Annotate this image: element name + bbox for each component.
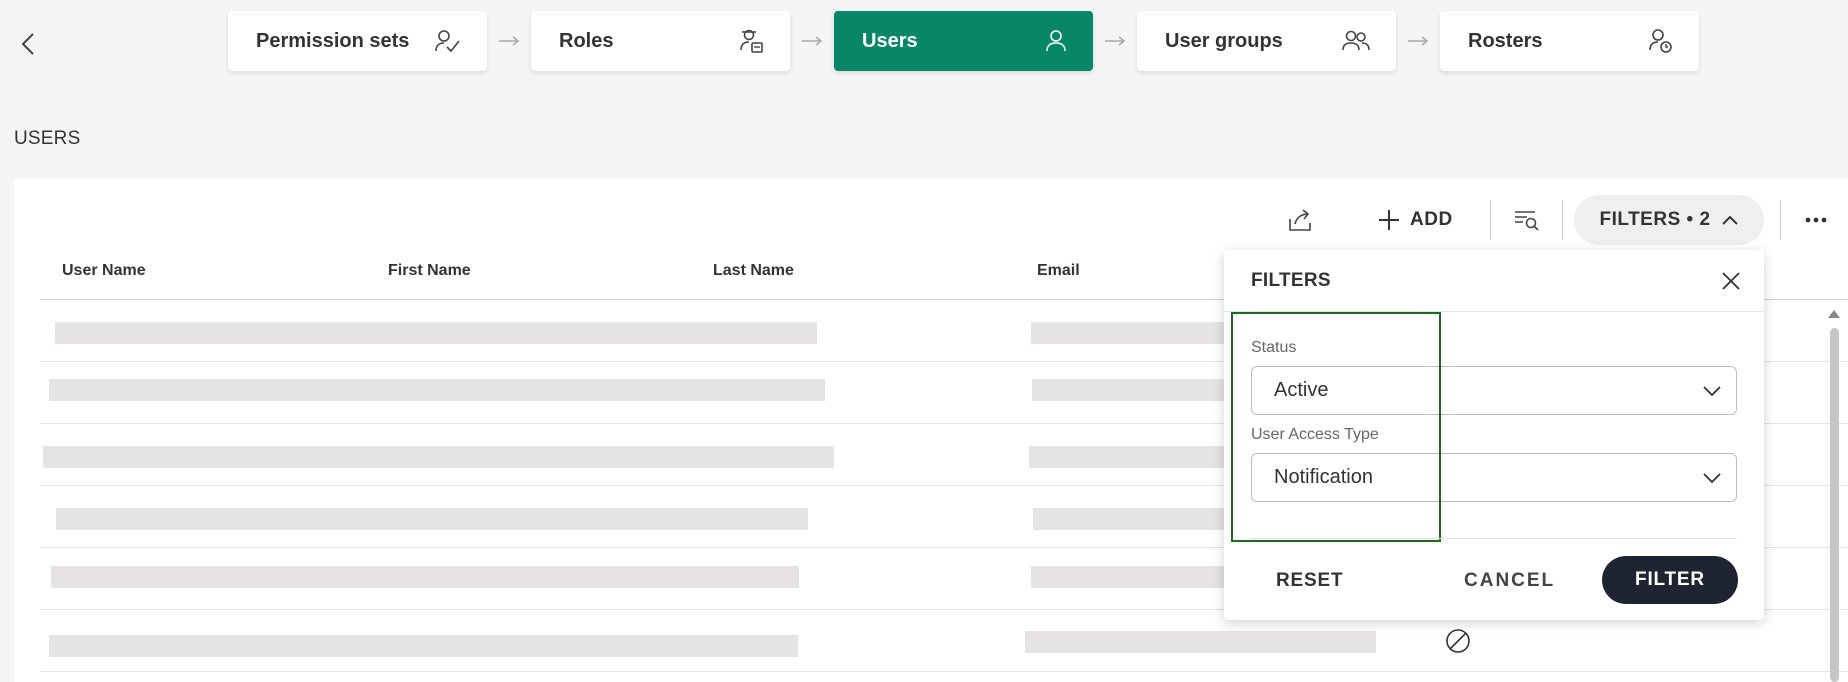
step-permission-sets[interactable]: Permission sets	[228, 11, 487, 71]
role-badge-icon	[740, 28, 764, 54]
column-header-last-name[interactable]: Last Name	[713, 262, 794, 280]
panel-divider	[1251, 538, 1737, 539]
status-value: Active	[1274, 379, 1329, 401]
chevron-up-icon	[1721, 215, 1738, 225]
filters-panel-title: FILTERS	[1251, 269, 1331, 291]
step-arrow-icon	[790, 36, 834, 46]
table-toolbar: ADD FILTERS • 2	[0, 195, 1848, 245]
cancel-button[interactable]: CANCEL	[1464, 570, 1555, 592]
redacted-block	[1031, 566, 1231, 588]
step-label: Permission sets	[256, 29, 410, 52]
back-button[interactable]	[14, 28, 42, 60]
close-button[interactable]	[1720, 270, 1742, 292]
disabled-status-icon	[1445, 628, 1471, 659]
toolbar-divider	[1490, 200, 1491, 240]
redacted-block	[1032, 379, 1232, 401]
redacted-block	[1029, 446, 1229, 468]
redacted-block	[1033, 508, 1233, 530]
close-icon	[1722, 271, 1740, 290]
filters-panel-header: FILTERS	[1224, 250, 1764, 312]
user-group-icon	[1342, 29, 1370, 53]
user-icon	[1045, 29, 1067, 53]
step-label: User groups	[1165, 29, 1283, 52]
redacted-block	[43, 446, 834, 468]
step-user-groups[interactable]: User groups	[1137, 11, 1396, 71]
column-header-user-name[interactable]: User Name	[62, 262, 146, 280]
permission-check-icon	[435, 29, 461, 53]
step-arrow-icon	[487, 36, 531, 46]
step-label: Roles	[559, 29, 614, 52]
reset-button[interactable]: RESET	[1276, 570, 1343, 592]
status-label: Status	[1251, 339, 1297, 356]
step-arrow-icon	[1093, 36, 1137, 46]
export-button[interactable]	[1284, 205, 1316, 235]
filters-toggle-button[interactable]: FILTERS • 2	[1574, 195, 1764, 245]
export-icon	[1289, 209, 1311, 231]
redacted-block	[51, 566, 799, 588]
status-select[interactable]: Active	[1251, 366, 1737, 415]
filters-panel: FILTERS Status Active User Access Type N…	[1224, 250, 1764, 620]
toolbar-divider	[1780, 200, 1781, 240]
column-search-button[interactable]	[1510, 205, 1542, 235]
filters-label: FILTERS • 2	[1599, 209, 1711, 230]
step-roles[interactable]: Roles	[531, 11, 790, 71]
step-rosters[interactable]: Rosters	[1440, 11, 1699, 71]
user-access-type-label: User Access Type	[1251, 426, 1379, 443]
more-options-button[interactable]	[1800, 205, 1832, 235]
column-header-first-name[interactable]: First Name	[388, 262, 471, 280]
chevron-left-icon	[21, 33, 34, 55]
toolbar-divider	[1562, 200, 1563, 240]
scrollbar-thumb[interactable]	[1830, 328, 1839, 682]
add-user-button[interactable]: ADD	[1378, 205, 1453, 235]
redacted-block	[55, 322, 817, 344]
page-title: USERS	[14, 128, 81, 149]
user-access-type-value: Notification	[1274, 466, 1373, 488]
user-access-type-select[interactable]: Notification	[1251, 453, 1737, 502]
apply-filter-button[interactable]: FILTER	[1602, 556, 1738, 604]
step-label: Users	[862, 29, 918, 52]
column-header-email[interactable]: Email	[1037, 262, 1080, 280]
plus-icon	[1379, 210, 1399, 230]
chevron-down-icon	[1703, 385, 1721, 396]
step-label: Rosters	[1468, 29, 1543, 52]
redacted-block	[56, 508, 808, 530]
step-users[interactable]: Users	[834, 11, 1093, 71]
redacted-block	[1031, 322, 1231, 344]
redacted-block	[49, 379, 825, 401]
roster-icon	[1649, 28, 1673, 54]
step-arrow-icon	[1396, 36, 1440, 46]
add-label: ADD	[1410, 209, 1453, 230]
chevron-down-icon	[1703, 472, 1721, 483]
redacted-block	[1025, 631, 1376, 653]
more-horizontal-icon	[1805, 217, 1827, 223]
redacted-block	[49, 635, 798, 657]
workflow-stepper: Permission sets Roles Users User groups …	[228, 11, 1699, 71]
scroll-up-icon[interactable]	[1828, 310, 1840, 318]
table-scrollbar[interactable]	[1828, 306, 1840, 682]
list-search-icon	[1515, 211, 1539, 231]
